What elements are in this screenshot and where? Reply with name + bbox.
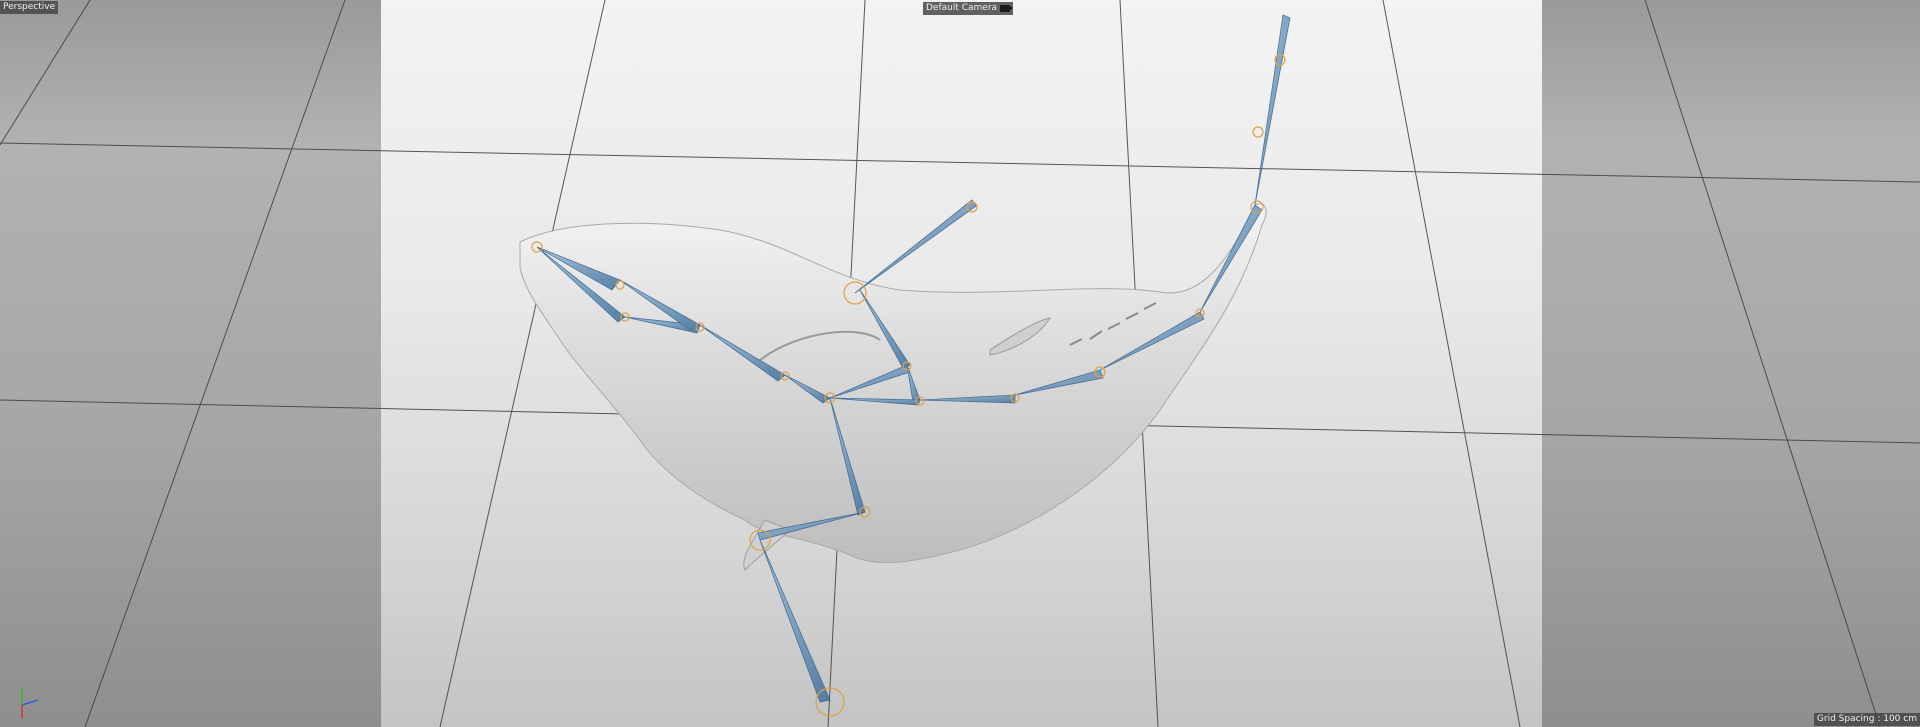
grid-spacing-readout: Grid Spacing : 100 cm: [1813, 713, 1920, 726]
camera-name: Default Camera: [926, 3, 998, 13]
scene-canvas[interactable]: [0, 0, 1920, 727]
bone: [1254, 14, 1291, 206]
bone: [759, 539, 831, 703]
view-name-label[interactable]: Perspective: [0, 1, 59, 14]
axis-gizmo-icon: [21, 688, 39, 718]
3d-viewport[interactable]: Perspective Default Camera Grid Spacing …: [0, 0, 1920, 727]
bone: [854, 199, 977, 294]
camera-icon[interactable]: [1000, 5, 1014, 12]
whale-mesh[interactable]: [519, 203, 1267, 571]
active-camera-label[interactable]: Default Camera: [923, 2, 1014, 15]
